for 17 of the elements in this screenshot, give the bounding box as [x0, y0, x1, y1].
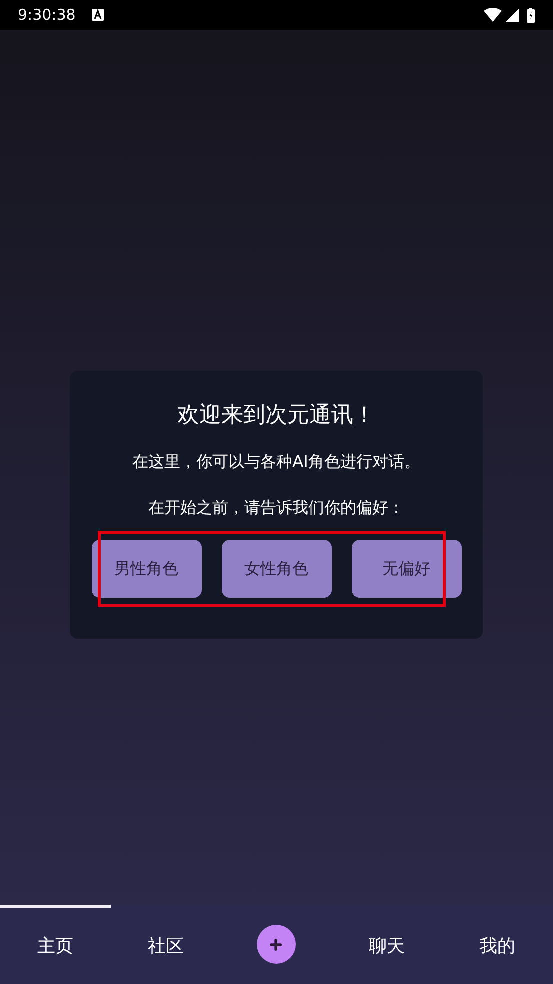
- dialog-message: 在这里，你可以与各种AI角色进行对话。: [132, 450, 420, 472]
- nav-tab[interactable]: 主页: [0, 905, 111, 984]
- preference-button[interactable]: 男性角色: [92, 540, 202, 598]
- preference-button[interactable]: 女性角色: [222, 540, 332, 598]
- battery-icon: [527, 8, 535, 22]
- preference-button[interactable]: 无偏好: [352, 540, 462, 598]
- dialog-prompt: 在开始之前，请告诉我们你的偏好：: [148, 496, 404, 518]
- keyboard-icon: [92, 9, 104, 21]
- dialog-title: 欢迎来到次元通讯！: [178, 402, 376, 430]
- plus-icon: [268, 936, 284, 952]
- nav-tab[interactable]: 社区: [110, 905, 222, 984]
- nav-tab[interactable]: 聊天: [332, 905, 442, 984]
- nav-tab[interactable]: 我的: [442, 905, 553, 984]
- signal-icon: [506, 8, 519, 22]
- wifi-icon: [484, 8, 502, 22]
- clock: 9:30:38: [18, 4, 76, 26]
- add-button[interactable]: [256, 925, 296, 964]
